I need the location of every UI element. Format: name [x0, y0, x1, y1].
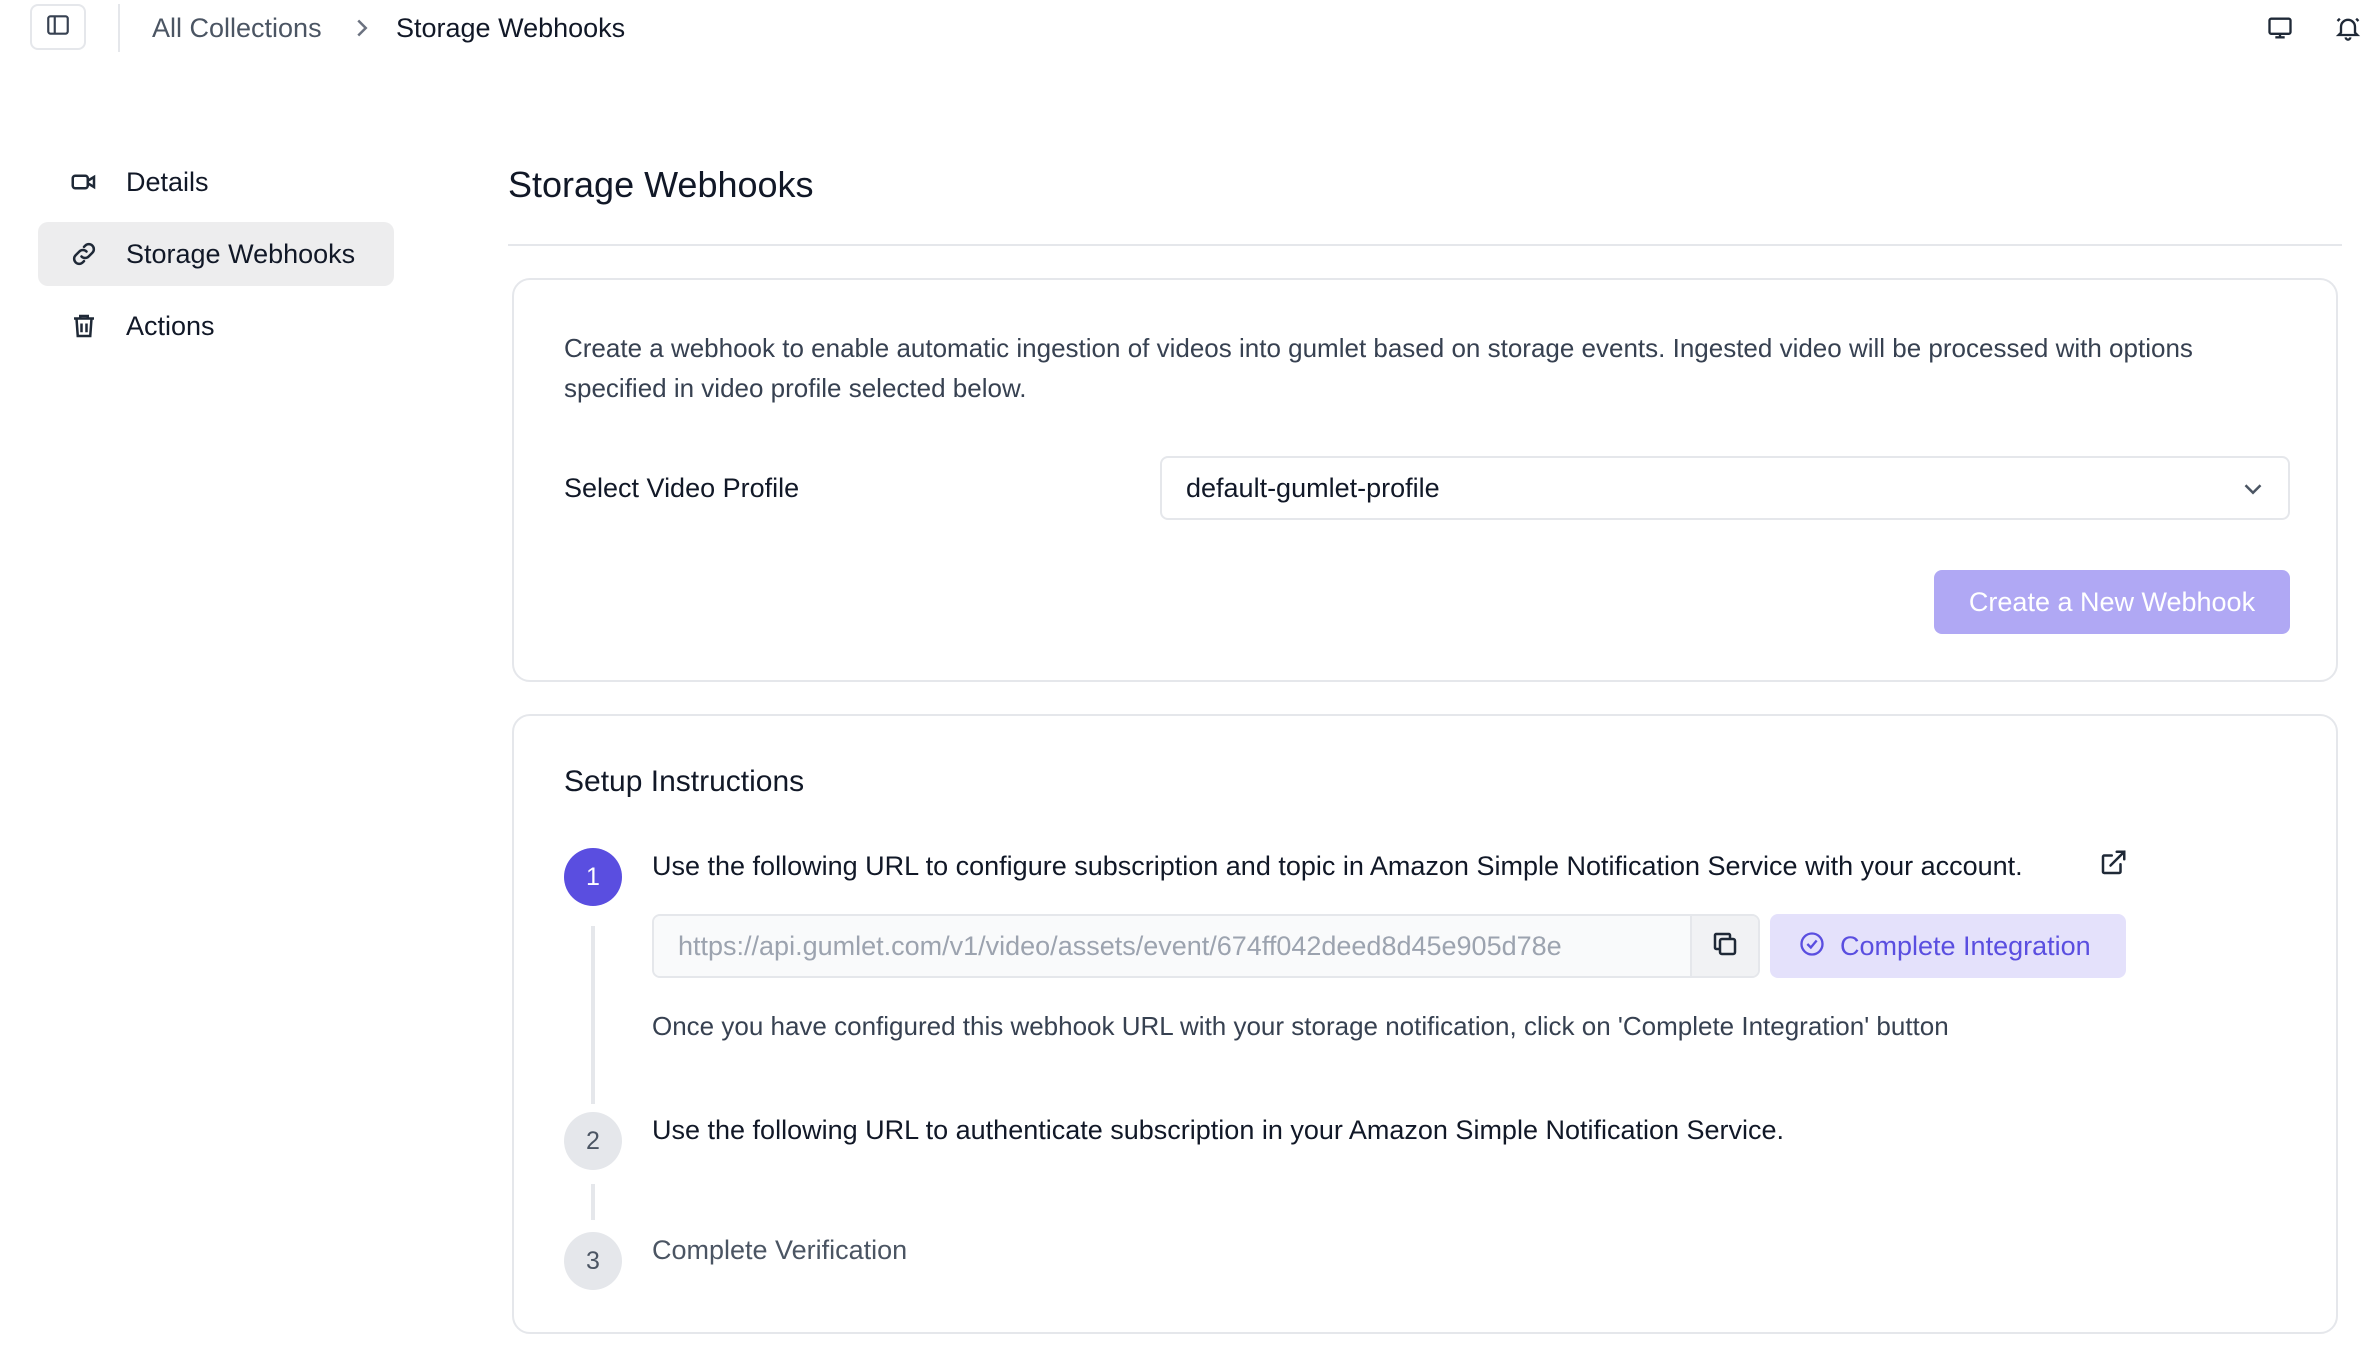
sidebar-item-label: Storage Webhooks — [126, 239, 356, 269]
topbar-divider — [118, 4, 120, 52]
copy-url-button[interactable] — [1690, 916, 1758, 976]
sidebar-toggle-icon — [45, 12, 71, 43]
step-1-text: Use the following URL to configure subsc… — [652, 851, 2023, 881]
chevron-down-icon — [2240, 476, 2266, 502]
link-icon — [68, 238, 100, 270]
copy-icon — [1710, 929, 1740, 964]
complete-integration-label: Complete Integration — [1840, 931, 2091, 961]
sidebar-item-details[interactable]: Details — [38, 150, 394, 214]
step-1-indicator: 1 — [564, 848, 622, 906]
video-camera-icon — [68, 166, 100, 198]
integration-hint: Once you have configured this webhook UR… — [652, 1011, 1949, 1041]
setup-title: Setup Instructions — [564, 765, 805, 798]
sidebar-item-label: Details — [126, 167, 209, 197]
step-2-text: Use the following URL to authenticate su… — [652, 1115, 1785, 1145]
webhook-description: Create a webhook to enable automatic ing… — [564, 333, 2193, 403]
sidebar-item-storage-webhooks[interactable]: Storage Webhooks — [38, 222, 394, 286]
webhook-url-input[interactable] — [654, 916, 1692, 976]
step-3-text: Complete Verification — [652, 1235, 908, 1265]
create-webhook-button[interactable]: Create a New Webhook — [1934, 570, 2290, 634]
video-profile-value: default-gumlet-profile — [1186, 473, 1440, 503]
page-title: Storage Webhooks — [508, 164, 814, 205]
sidebar-item-actions[interactable]: Actions — [38, 294, 394, 358]
breadcrumb-current: Storage Webhooks — [396, 13, 626, 43]
webhook-url-field — [652, 914, 1760, 978]
top-bar: All Collections Storage Webhooks — [0, 0, 2378, 56]
trash-icon — [68, 310, 100, 342]
step-3-indicator: 3 — [564, 1232, 622, 1290]
chevron-right-icon — [352, 14, 372, 42]
sidebar-toggle-button[interactable] — [30, 4, 86, 50]
webhook-create-card: Create a webhook to enable automatic ing… — [512, 278, 2338, 682]
step-2-indicator: 2 — [564, 1112, 622, 1170]
external-link-icon[interactable] — [2096, 846, 2130, 880]
bell-icon[interactable] — [2330, 10, 2366, 46]
check-circle-icon — [1798, 930, 1826, 963]
video-profile-select[interactable]: default-gumlet-profile — [1160, 456, 2290, 520]
divider — [508, 244, 2342, 246]
monitor-icon[interactable] — [2262, 10, 2298, 46]
step-connector — [591, 1184, 595, 1220]
breadcrumb-all-collections[interactable]: All Collections — [152, 10, 322, 46]
video-profile-label: Select Video Profile — [564, 473, 800, 503]
complete-integration-button[interactable]: Complete Integration — [1770, 914, 2126, 978]
setup-instructions-card: Setup Instructions 1 Use the following U… — [512, 714, 2338, 1334]
step-connector — [591, 926, 595, 1104]
sidebar-item-label: Actions — [126, 311, 215, 341]
